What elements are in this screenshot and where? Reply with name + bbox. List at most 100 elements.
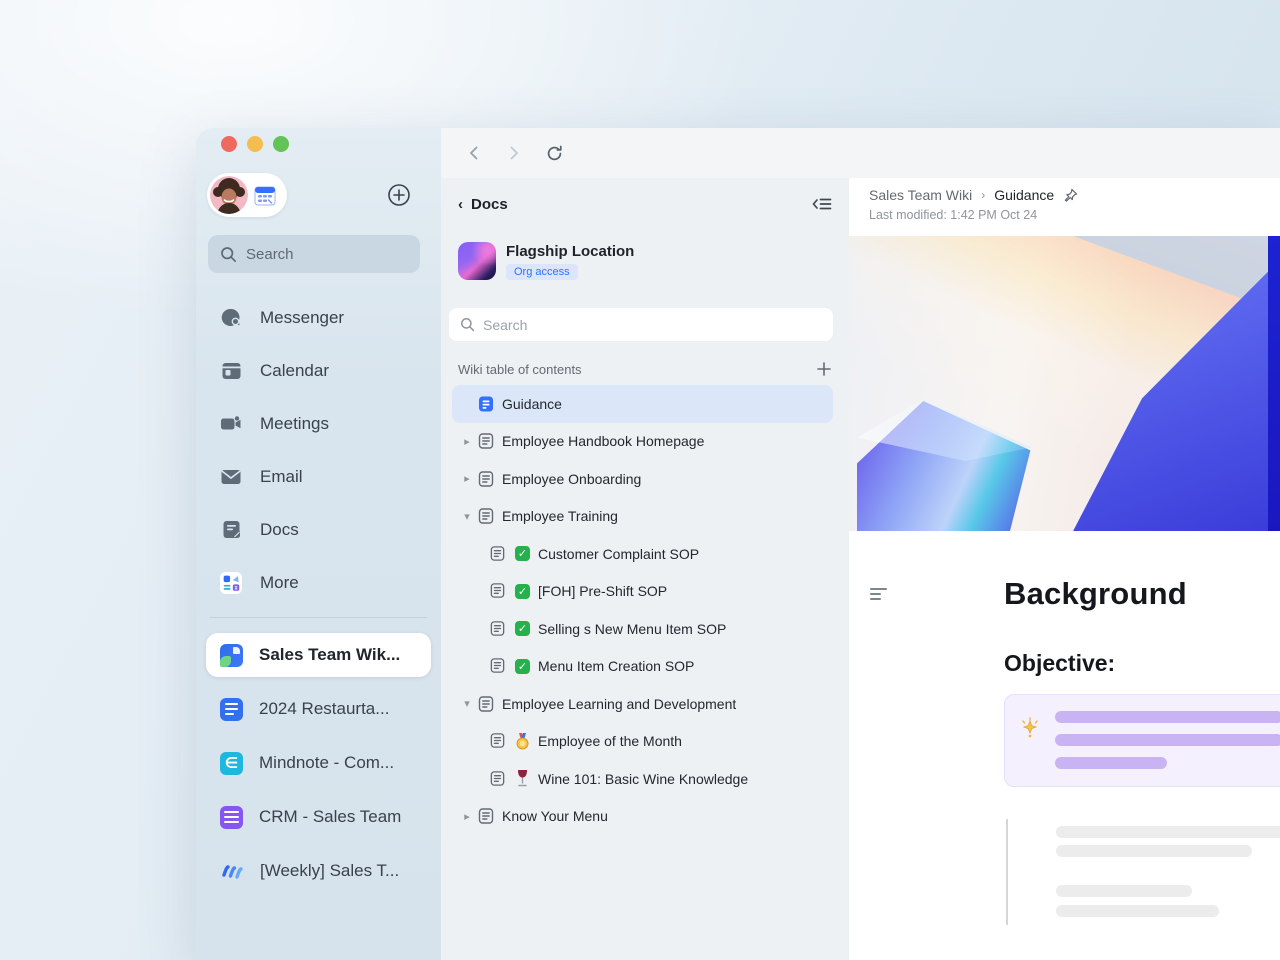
toc-item-label: Employee Onboarding xyxy=(502,471,641,487)
collapse-panel-icon[interactable] xyxy=(812,196,832,212)
sidebar-item-calendar[interactable]: Calendar xyxy=(196,344,441,397)
expand-chevron-icon[interactable]: ▸ xyxy=(457,435,477,448)
redacted-text-bar xyxy=(1055,711,1280,723)
toc-item-employee-training[interactable]: ▾ Employee Training xyxy=(452,498,833,536)
toc-item-employee-of-the-month[interactable]: Employee of the Month xyxy=(452,723,833,761)
pinned-item-2024-restaurant[interactable]: 2024 Restaurta... xyxy=(196,682,441,736)
sidebar-item-label: More xyxy=(260,573,299,593)
sparkle-star-emoji xyxy=(1018,717,1042,741)
breadcrumb-separator-icon: › xyxy=(981,188,985,202)
pinned-item-crm[interactable]: CRM - Sales Team xyxy=(196,790,441,844)
toc-item-employee-handbook[interactable]: ▸ Employee Handbook Homepage xyxy=(452,423,833,461)
toc-item-label: Know Your Menu xyxy=(502,808,608,824)
org-access-badge: Org access xyxy=(506,264,578,280)
sidebar-item-messenger[interactable]: Messenger xyxy=(196,291,441,344)
outline-toggle-icon[interactable] xyxy=(870,588,888,602)
document-icon xyxy=(220,519,242,541)
toc-item-wine-101[interactable]: Wine 101: Basic Wine Knowledge xyxy=(452,760,833,798)
sidebar: Messenger Calendar xyxy=(196,128,441,960)
doc-outline-icon xyxy=(477,807,495,825)
refresh-icon[interactable] xyxy=(543,142,565,164)
placeholder-text-bar xyxy=(1056,885,1192,897)
doc-outline-icon xyxy=(489,582,507,600)
pinned-item-label: Sales Team Wik... xyxy=(259,645,400,665)
sidebar-item-docs[interactable]: Docs xyxy=(196,503,441,556)
toc-item-label: Employee Learning and Development xyxy=(502,696,736,712)
sidebar-item-label: Email xyxy=(260,467,303,487)
pin-icon[interactable] xyxy=(1063,188,1078,203)
doc-outline-icon xyxy=(477,470,495,488)
add-page-icon[interactable] xyxy=(815,360,833,378)
toc-item-know-your-menu[interactable]: ▸ Know Your Menu xyxy=(452,798,833,836)
profile-pill[interactable] xyxy=(207,173,287,217)
forward-icon[interactable] xyxy=(503,142,525,164)
toc-item-guidance[interactable]: Guidance xyxy=(452,385,833,423)
search-icon xyxy=(460,317,475,332)
zoom-window-button[interactable] xyxy=(273,136,289,152)
avatar[interactable] xyxy=(210,176,248,214)
toc-item-employee-learning-development[interactable]: ▾ Employee Learning and Development xyxy=(452,685,833,723)
placeholder-text-bar xyxy=(1056,905,1219,917)
pinned-item-weekly-sales[interactable]: [Weekly] Sales T... xyxy=(196,844,441,898)
document-content-panel: Sales Team Wiki › Guidance Last modified… xyxy=(849,178,1280,960)
close-window-button[interactable] xyxy=(221,136,237,152)
toc-item-employee-onboarding[interactable]: ▸ Employee Onboarding xyxy=(452,460,833,498)
video-camera-icon xyxy=(220,413,242,435)
search-input[interactable] xyxy=(246,246,408,263)
add-icon[interactable] xyxy=(387,183,411,207)
sidebar-item-meetings[interactable]: Meetings xyxy=(196,397,441,450)
wiki-search-input[interactable] xyxy=(483,317,822,333)
back-to-docs-button[interactable]: ‹ Docs xyxy=(458,196,508,213)
app-window: Messenger Calendar xyxy=(196,128,1280,960)
toc-item-label: [FOH] Pre-Shift SOP xyxy=(538,583,667,599)
breadcrumb-parent[interactable]: Sales Team Wiki xyxy=(869,187,972,203)
toc-header: Wiki table of contents xyxy=(458,359,833,379)
back-icon[interactable] xyxy=(463,142,485,164)
sidebar-nav: Messenger Calendar xyxy=(196,291,441,609)
expand-chevron-icon[interactable]: ▸ xyxy=(457,472,477,485)
sidebar-item-email[interactable]: Email xyxy=(196,450,441,503)
check-mark-emoji: ✓ xyxy=(514,545,531,562)
pinned-item-label: [Weekly] Sales T... xyxy=(260,861,399,881)
sidebar-item-label: Meetings xyxy=(260,414,329,434)
medal-emoji xyxy=(514,733,531,750)
waves-doc-icon xyxy=(220,859,244,883)
toc-item-selling-new-menu-item-sop[interactable]: ✓ Selling s New Menu Item SOP xyxy=(452,610,833,648)
wiki-search[interactable] xyxy=(449,308,833,341)
collapse-chevron-icon[interactable]: ▾ xyxy=(457,697,477,710)
pinned-item-mindnote[interactable]: ∈ Mindnote - Com... xyxy=(196,736,441,790)
doc-outline-icon xyxy=(489,657,507,675)
placeholder-text-bar xyxy=(1056,845,1252,857)
blue-stripe-graphic xyxy=(1268,236,1280,531)
toc-item-label: Wine 101: Basic Wine Knowledge xyxy=(538,771,748,787)
sidebar-item-label: Docs xyxy=(260,520,299,540)
calendar-status-badge xyxy=(253,183,277,207)
toc-item-label: Employee Training xyxy=(502,508,618,524)
docs-panel-title: Docs xyxy=(471,196,508,213)
check-mark-emoji: ✓ xyxy=(514,658,531,675)
toc-item-menu-item-creation-sop[interactable]: ✓ Menu Item Creation SOP xyxy=(452,648,833,686)
toc-item-foh-preshift-sop[interactable]: ✓ [FOH] Pre-Shift SOP xyxy=(452,573,833,611)
check-mark-emoji: ✓ xyxy=(514,620,531,637)
pinned-item-sales-team-wiki[interactable]: Sales Team Wik... xyxy=(206,633,431,677)
doc-outline-icon xyxy=(489,620,507,638)
minimize-window-button[interactable] xyxy=(247,136,263,152)
collapse-chevron-icon[interactable]: ▾ xyxy=(457,510,477,523)
pinned-item-label: 2024 Restaurta... xyxy=(259,699,389,719)
workspace-header[interactable]: Flagship Location Org access xyxy=(458,242,634,280)
window-controls xyxy=(221,136,289,152)
sidebar-item-more[interactable]: More xyxy=(196,556,441,609)
expand-chevron-icon[interactable]: ▸ xyxy=(457,810,477,823)
pinned-docs-list: Sales Team Wik... 2024 Restaurta... ∈ Mi… xyxy=(196,628,441,898)
check-mark-emoji: ✓ xyxy=(514,583,531,600)
toc-item-customer-complaint-sop[interactable]: ✓ Customer Complaint SOP xyxy=(452,535,833,573)
last-modified-text: Last modified: 1:42 PM Oct 24 xyxy=(869,208,1037,222)
global-search[interactable] xyxy=(208,235,420,273)
toc-item-label: Menu Item Creation SOP xyxy=(538,658,694,674)
breadcrumb-current: Guidance xyxy=(994,187,1054,203)
workspace-icon xyxy=(458,242,496,280)
docs-panel-header: ‹ Docs xyxy=(441,188,849,220)
pinned-item-label: CRM - Sales Team xyxy=(259,807,401,827)
doc-subheading: Objective: xyxy=(1004,650,1115,677)
search-icon xyxy=(220,246,237,263)
